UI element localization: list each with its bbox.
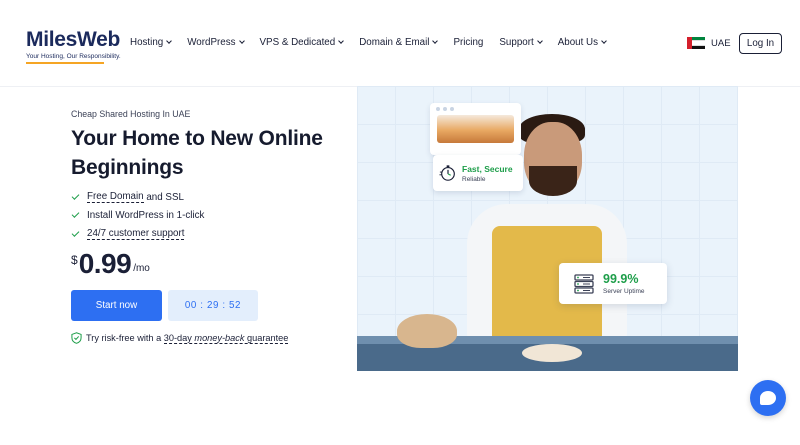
- chef-beard: [529, 166, 577, 196]
- hero-image: [357, 86, 738, 371]
- nav-item-label: About Us: [557, 37, 599, 48]
- server-icon: [574, 273, 594, 294]
- uptime-badge: 99.9% Server Uptime: [559, 263, 667, 304]
- region-selector[interactable]: UAE: [687, 37, 731, 49]
- nav-item-label: Domain & Email: [359, 37, 430, 48]
- nav-item-label: Hosting: [130, 37, 164, 48]
- feature-item: Install WordPress in 1-click: [71, 207, 204, 226]
- chevron-down-icon: [601, 38, 607, 44]
- feature-text: Install WordPress in 1-click: [87, 210, 205, 222]
- food-card: [430, 103, 521, 155]
- chevron-down-icon: [536, 38, 543, 44]
- feature-item: Free Domain and SSL: [71, 188, 204, 207]
- uptime-value: 99.9%: [603, 272, 639, 286]
- chevron-down-icon: [166, 38, 173, 44]
- nav-item-domain-email[interactable]: Domain & Email: [359, 37, 439, 48]
- chevron-down-icon: [238, 38, 245, 44]
- site-header: MilesWeb Your Hosting, Our Responsibilit…: [0, 0, 800, 86]
- price-amount: 0.99: [78, 248, 132, 279]
- logo-tagline: Your Hosting, Our Responsibility.: [26, 53, 121, 60]
- shield-check-icon: [71, 332, 82, 344]
- window-dots: [430, 103, 521, 115]
- main-nav: Hosting WordPress VPS & Dedicated Domain…: [130, 37, 622, 48]
- nav-item-vps-dedicated[interactable]: VPS & Dedicated: [259, 37, 345, 48]
- price: $ 0.99 /mo: [71, 249, 150, 279]
- nav-item-label: WordPress: [187, 37, 236, 48]
- price-period: /mo: [133, 263, 150, 274]
- guarantee-suffix: guarantee: [244, 332, 289, 343]
- nav-item-label: VPS & Dedicated: [259, 37, 336, 48]
- guarantee-prefix: Try risk-free with a: [86, 333, 164, 343]
- check-icon: [71, 228, 80, 237]
- price-currency: $: [71, 253, 78, 267]
- hero-title: Your Home to New Online Beginnings: [71, 127, 323, 179]
- bread-basket: [397, 314, 457, 348]
- logo-wordmark: MilesWeb: [26, 28, 121, 51]
- fast-secure-subtitle: Reliable: [462, 175, 486, 183]
- nav-item-wordpress[interactable]: WordPress: [187, 37, 245, 48]
- croissant-image: [437, 115, 514, 143]
- nav-item-label: Pricing: [453, 37, 484, 48]
- nav-item-about-us[interactable]: About Us: [557, 37, 607, 48]
- chat-button[interactable]: [750, 380, 786, 416]
- hero-eyebrow: Cheap Shared Hosting In UAE: [71, 109, 191, 119]
- chevron-down-icon: [432, 38, 439, 44]
- logo-underline: [26, 62, 104, 64]
- start-now-button[interactable]: Start now: [71, 290, 162, 321]
- feature-item: 24/7 customer support: [71, 225, 204, 244]
- fast-secure-badge: Fast, Secure Reliable: [433, 155, 523, 191]
- logo[interactable]: MilesWeb Your Hosting, Our Responsibilit…: [26, 28, 121, 64]
- nav-item-support[interactable]: Support: [499, 37, 543, 48]
- feature-suffix: and SSL: [143, 191, 184, 203]
- region-label: UAE: [711, 37, 731, 49]
- feature-list: Free Domain and SSL Install WordPress in…: [71, 188, 204, 244]
- chevron-down-icon: [338, 38, 345, 44]
- fast-secure-title: Fast, Secure: [462, 163, 513, 174]
- dough: [522, 344, 582, 362]
- feature-link[interactable]: Free Domain: [87, 191, 144, 204]
- stopwatch-icon: [439, 165, 455, 181]
- guarantee-note: Try risk-free with a 30-day money-back g…: [71, 332, 289, 344]
- nav-item-pricing[interactable]: Pricing: [453, 37, 483, 48]
- chat-bubble-icon: [760, 391, 776, 405]
- countdown-timer: 00 : 29 : 52: [168, 290, 258, 321]
- login-button[interactable]: Log In: [739, 33, 782, 54]
- feature-link[interactable]: 24/7 customer support: [87, 228, 185, 241]
- check-icon: [71, 191, 80, 200]
- nav-item-hosting[interactable]: Hosting: [130, 37, 173, 48]
- uptime-subtitle: Server Uptime: [603, 288, 645, 295]
- guarantee-emphasis: money-back: [194, 332, 245, 343]
- check-icon: [71, 210, 80, 219]
- uae-flag-icon: [687, 37, 705, 49]
- nav-item-label: Support: [499, 37, 534, 48]
- guarantee-days: 30-day: [163, 332, 195, 343]
- guarantee-link[interactable]: 30-day money-back guarantee: [163, 332, 289, 344]
